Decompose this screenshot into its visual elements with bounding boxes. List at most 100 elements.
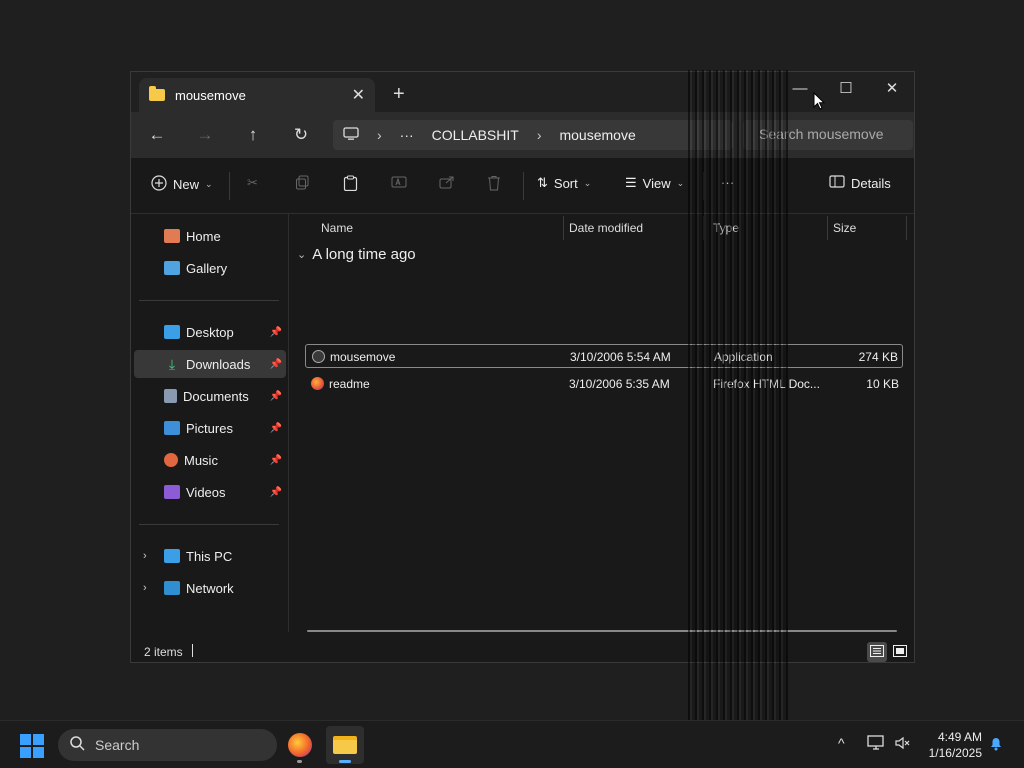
column-date-modified[interactable]: Date modified xyxy=(569,214,643,242)
maximize-button[interactable]: ☐ xyxy=(823,72,869,104)
cut-button[interactable]: ✂ xyxy=(247,175,258,191)
rename-button[interactable] xyxy=(391,175,407,192)
column-size[interactable]: Size xyxy=(833,214,856,242)
taskbar-search[interactable]: Search xyxy=(58,729,277,761)
forward-button[interactable]: → xyxy=(191,122,219,148)
close-icon: ✕ xyxy=(885,80,899,97)
refresh-button[interactable]: ↻ xyxy=(287,122,315,148)
details-pane-button[interactable]: Details xyxy=(829,175,891,191)
search-icon xyxy=(70,736,85,754)
pin-icon[interactable]: 📌 xyxy=(270,327,282,338)
expand-chevron-icon[interactable]: › xyxy=(143,582,147,594)
sidebar-item-this-pc[interactable]: › This PC xyxy=(134,542,286,570)
column-divider[interactable] xyxy=(563,216,564,240)
expand-chevron-icon[interactable]: › xyxy=(143,550,147,562)
item-count: 2 items xyxy=(144,645,183,659)
new-tab-button[interactable]: + xyxy=(393,84,405,104)
desktop-icon xyxy=(164,325,180,339)
back-button[interactable]: ← xyxy=(143,122,171,148)
start-button[interactable] xyxy=(20,734,44,758)
title-bar: mousemove ✕ + — ☐ ✕ xyxy=(131,72,914,112)
sidebar-item-network[interactable]: › Network xyxy=(134,574,286,602)
breadcrumb-collabshit[interactable]: COLLABSHIT xyxy=(432,127,519,143)
notifications-button[interactable] xyxy=(988,735,1004,754)
show-hidden-icons-button[interactable]: ^ xyxy=(838,735,845,751)
sidebar-item-label: Music xyxy=(184,452,218,468)
sidebar-item-music[interactable]: Music 📌 xyxy=(134,446,286,474)
forward-arrow-icon: → xyxy=(196,125,214,144)
pin-icon[interactable]: 📌 xyxy=(270,487,282,498)
details-view-button[interactable] xyxy=(867,642,887,662)
sidebar-item-label: Network xyxy=(186,580,234,596)
sidebar-item-pictures[interactable]: Pictures 📌 xyxy=(134,414,286,442)
sidebar-item-label: Desktop xyxy=(186,324,234,340)
app-icon xyxy=(312,350,325,363)
volume-button[interactable] xyxy=(894,735,912,754)
paste-button[interactable] xyxy=(343,175,358,194)
home-icon xyxy=(164,229,180,243)
up-button[interactable]: ↑ xyxy=(239,122,267,148)
column-name[interactable]: Name xyxy=(321,214,353,242)
maximize-icon: ☐ xyxy=(839,80,853,97)
minimize-icon: — xyxy=(792,79,808,97)
pin-icon[interactable]: 📌 xyxy=(270,423,282,434)
breadcrumb-more[interactable]: ··· xyxy=(400,127,414,143)
monitor-icon[interactable] xyxy=(343,126,359,144)
sidebar-item-gallery[interactable]: Gallery xyxy=(134,254,286,282)
sidebar-item-videos[interactable]: Videos 📌 xyxy=(134,478,286,506)
column-divider[interactable] xyxy=(827,216,828,240)
gallery-icon xyxy=(164,261,180,275)
pin-icon[interactable]: 📌 xyxy=(270,359,282,370)
windows-logo-icon xyxy=(33,734,44,745)
close-tab-button[interactable]: ✕ xyxy=(352,85,365,105)
breadcrumb-separator[interactable]: › xyxy=(537,127,542,143)
pin-icon[interactable]: 📌 xyxy=(270,391,282,402)
file-row-readme[interactable]: readme 3/10/2006 5:35 AM Firefox HTML Do… xyxy=(305,372,903,396)
more-options-button[interactable]: ··· xyxy=(721,175,734,190)
file-type: Application xyxy=(714,350,773,364)
group-label: A long time ago xyxy=(312,246,416,263)
share-button[interactable] xyxy=(439,175,455,192)
search-input[interactable]: Search mousemove xyxy=(743,120,913,150)
sidebar-item-home[interactable]: Home xyxy=(134,222,286,250)
breadcrumb[interactable]: › ··· COLLABSHIT › mousemove xyxy=(333,120,733,150)
network-status-button[interactable] xyxy=(867,735,885,754)
tab-mousemove[interactable]: mousemove ✕ xyxy=(139,78,375,112)
delete-button[interactable] xyxy=(487,175,501,194)
taskbar-firefox[interactable] xyxy=(281,726,319,764)
taskbar-clock[interactable]: 4:49 AM 1/16/2025 xyxy=(916,729,982,761)
column-divider[interactable] xyxy=(703,216,704,240)
sidebar-item-desktop[interactable]: Desktop 📌 xyxy=(134,318,286,346)
tiles-view-button[interactable] xyxy=(890,642,910,662)
taskbar-file-explorer[interactable] xyxy=(326,726,364,764)
sidebar-item-label: Home xyxy=(186,228,221,244)
new-button[interactable]: New ⌄ xyxy=(151,175,213,194)
breadcrumb-mousemove[interactable]: mousemove xyxy=(559,127,635,143)
file-row-mousemove[interactable]: mousemove 3/10/2006 5:54 AM Application … xyxy=(305,344,903,368)
network-monitor-icon xyxy=(867,735,885,754)
column-divider[interactable] xyxy=(906,216,907,240)
folder-icon xyxy=(149,86,165,101)
sidebar-item-documents[interactable]: Documents 📌 xyxy=(134,382,286,410)
group-header[interactable]: ⌄ A long time ago xyxy=(297,246,416,263)
copy-button[interactable] xyxy=(295,175,310,193)
videos-icon xyxy=(164,485,180,499)
sidebar-item-label: Documents xyxy=(183,388,249,404)
navigation-pane: Home Gallery Desktop 📌 ⤓ Downloads 📌 Doc… xyxy=(131,214,289,632)
horizontal-scrollbar[interactable] xyxy=(307,630,897,632)
copy-icon xyxy=(295,175,310,193)
sidebar-item-label: Gallery xyxy=(186,260,228,276)
toolbar-divider xyxy=(703,172,704,200)
view-button[interactable]: ☰ View ⌄ xyxy=(625,175,684,191)
taskbar-search-label: Search xyxy=(95,737,140,753)
close-button[interactable]: ✕ xyxy=(869,72,914,104)
refresh-icon: ↻ xyxy=(293,125,309,144)
address-bar-row: ← → ↑ ↻ › ··· COLLABSHIT › mousemove Sea… xyxy=(131,112,914,158)
command-bar: New ⌄ ✂ ⇅ Sort ⌄ ☰ View ⌄ ··· Details xyxy=(131,158,914,214)
column-type[interactable]: Type xyxy=(713,214,739,242)
tiles-view-icon xyxy=(893,644,907,660)
sort-button[interactable]: ⇅ Sort ⌄ xyxy=(537,175,591,191)
breadcrumb-separator[interactable]: › xyxy=(377,127,382,143)
pin-icon[interactable]: 📌 xyxy=(270,455,282,466)
sidebar-item-downloads[interactable]: ⤓ Downloads 📌 xyxy=(134,350,286,378)
